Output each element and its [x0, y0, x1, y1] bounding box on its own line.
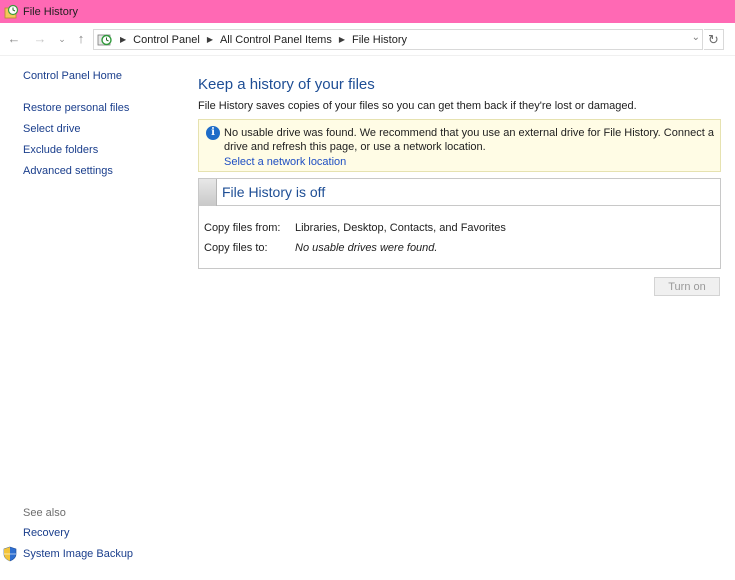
file-history-status-panel: File History is off Copy files from: Lib…: [198, 178, 721, 269]
forward-button[interactable]: →: [32, 31, 48, 47]
refresh-icon: ↻: [708, 31, 719, 47]
exclude-folders-link[interactable]: Exclude folders: [23, 144, 98, 156]
select-network-location-link[interactable]: Select a network location: [224, 156, 346, 168]
chevron-down-icon: ⌄: [58, 34, 66, 44]
arrow-up-icon: ↑: [77, 31, 85, 46]
advanced-settings-link[interactable]: Advanced settings: [23, 165, 113, 177]
copy-to-value: No usable drives were found.: [295, 242, 438, 254]
arrow-right-icon: →: [33, 31, 47, 46]
warning-banner: i No usable drive was found. We recommen…: [198, 119, 721, 172]
up-button[interactable]: ↑: [73, 31, 89, 47]
page-description: File History saves copies of your files …: [198, 100, 637, 112]
breadcrumb-all-items[interactable]: All Control Panel Items: [220, 34, 332, 46]
status-header: File History is off: [199, 179, 720, 206]
refresh-button[interactable]: ↻: [704, 29, 724, 50]
address-bar[interactable]: ▶ Control Panel ▶ All Control Panel Item…: [93, 29, 703, 50]
window-title: File History: [23, 5, 79, 18]
breadcrumb-control-panel[interactable]: Control Panel: [133, 34, 200, 46]
info-icon: i: [206, 126, 220, 140]
control-panel-icon: [97, 32, 113, 48]
status-indicator: [199, 179, 217, 206]
see-also-label: See also: [23, 507, 66, 519]
copy-to-label: Copy files to:: [204, 242, 268, 254]
arrow-left-icon: ←: [7, 31, 21, 46]
restore-personal-files-link[interactable]: Restore personal files: [23, 102, 129, 114]
address-dropdown-icon[interactable]: ⌄: [692, 32, 700, 43]
breadcrumb-separator: ▶: [120, 35, 127, 44]
recent-locations-button[interactable]: ⌄: [54, 31, 70, 47]
system-image-backup-link[interactable]: System Image Backup: [23, 548, 133, 560]
file-history-icon: [3, 4, 19, 20]
turn-on-button[interactable]: Turn on: [654, 277, 720, 296]
control-panel-home-link[interactable]: Control Panel Home: [23, 70, 122, 82]
copy-from-value: Libraries, Desktop, Contacts, and Favori…: [295, 222, 506, 234]
breadcrumb-file-history[interactable]: File History: [352, 34, 407, 46]
left-navigation-pane: Control Panel Home Restore personal file…: [0, 56, 185, 580]
shield-icon: [3, 546, 17, 562]
title-bar: File History: [0, 0, 735, 23]
breadcrumb-separator: ▶: [206, 35, 213, 44]
back-button[interactable]: ←: [6, 31, 22, 47]
status-title: File History is off: [222, 184, 326, 200]
page-title: Keep a history of your files: [198, 76, 375, 93]
breadcrumb-separator: ▶: [338, 35, 346, 44]
warning-message: No usable drive was found. We recommend …: [224, 127, 714, 153]
recovery-link[interactable]: Recovery: [23, 527, 69, 539]
copy-from-label: Copy files from:: [204, 222, 281, 234]
select-drive-link[interactable]: Select drive: [23, 123, 80, 135]
navigation-bar: ← → ⌄ ↑ ▶ Control Panel ▶ All Control Pa…: [0, 23, 735, 56]
